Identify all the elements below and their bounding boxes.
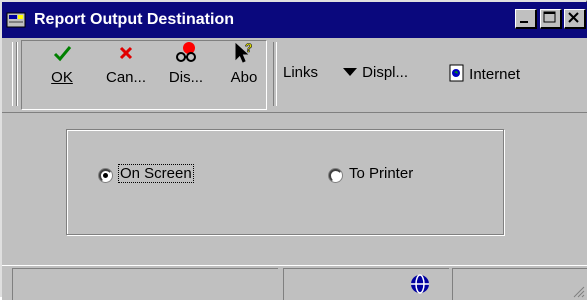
page-icon [449,64,464,82]
display-button[interactable]: Dis... [160,42,212,102]
globe-icon [411,274,429,294]
help-pointer-icon: ? [235,42,253,63]
internet-link[interactable]: Internet [449,64,520,83]
minimize-icon [520,21,528,23]
minimize-button[interactable] [515,9,537,29]
on-screen-label[interactable]: On Screen [118,164,194,183]
resize-grip-icon[interactable] [571,284,585,298]
to-printer-radio[interactable] [329,169,342,182]
radio-selected-dot [103,173,108,178]
glasses-icon [176,42,196,62]
about-label: Abo [230,69,258,86]
links-menu[interactable]: Links [283,64,318,81]
checkmark-icon [53,46,72,62]
close-icon [568,12,579,23]
status-bar [2,265,587,300]
on-screen-radio[interactable] [99,169,112,182]
svg-text:?: ? [245,42,252,55]
toolbar-separator [273,42,277,106]
destination-group-box: On Screen To Printer [66,129,504,235]
toolbar: OK Can... Dis... ? Abo Links Displ... In… [2,38,587,113]
window-title: Report Output Destination [34,11,234,28]
internet-label: Internet [469,66,521,83]
title-bar[interactable]: Report Output Destination [2,2,587,38]
ok-label: OK [51,69,73,86]
x-icon [119,46,133,60]
display-menu-label: Displ... [362,64,409,81]
cancel-button[interactable]: Can... [98,42,154,102]
status-pane-1 [12,268,278,300]
ok-button[interactable]: OK [42,42,82,102]
triangle-down-icon [343,68,357,76]
maximize-button[interactable] [540,9,562,29]
app-icon [6,12,26,28]
display-menu[interactable]: Displ... [342,64,408,81]
cancel-label: Can... [105,69,147,86]
status-pane-2 [283,268,449,300]
content-area: On Screen To Printer [2,113,587,265]
links-label: Links [283,64,319,81]
maximize-icon [543,11,556,23]
report-output-window: Report Output Destination OK Can... Dis.… [0,0,587,300]
close-button[interactable] [564,9,586,29]
to-printer-label[interactable]: To Printer [349,165,413,182]
about-button[interactable]: ? Abo [222,42,266,102]
status-pane-3 [452,268,587,300]
display-label: Dis... [168,69,204,86]
